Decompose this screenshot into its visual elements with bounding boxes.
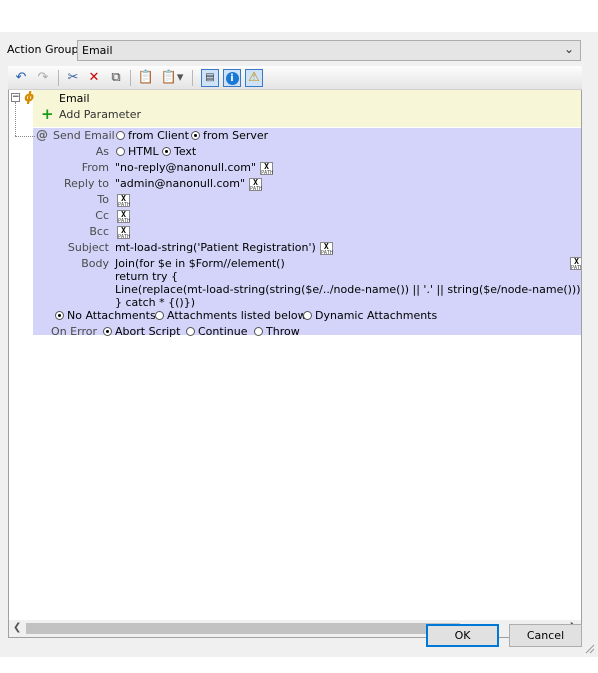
send-email-label: Send Email	[53, 129, 115, 142]
warning-icon[interactable]: ⚠	[245, 69, 263, 87]
as-label: As	[95, 145, 109, 158]
subject-field[interactable]: mt-load-string('Patient Registration') X P…	[115, 241, 333, 256]
subject-label: Subject	[67, 241, 109, 254]
at-icon: @	[36, 128, 48, 142]
reply-to-value: "admin@nanonull.com"	[115, 177, 246, 190]
add-parameter-link[interactable]: Add Parameter	[59, 108, 141, 121]
action-group-dialog: Action Group: Email ⌄ ↶ ↷ ✂ ✕ ⧉ 📋 📋▾ ▤ i…	[0, 32, 598, 657]
cancel-button[interactable]: Cancel	[509, 624, 582, 647]
body-line: return try {	[115, 270, 178, 283]
reply-to-field[interactable]: "admin@nanonull.com" X PATH	[115, 177, 262, 192]
action-group-value: Email	[82, 44, 113, 57]
xpath-icon[interactable]: X PATH	[117, 210, 130, 224]
from-client-label: from Client	[128, 129, 189, 142]
body-field[interactable]: Join(for $e in $Form//element() return t…	[115, 257, 582, 309]
scroll-left-icon[interactable]: ❮	[13, 622, 21, 633]
continue-label: Continue	[198, 325, 248, 338]
from-field[interactable]: "no-reply@nanonull.com" X PATH	[115, 161, 273, 176]
paste-icon[interactable]: 📋	[137, 69, 155, 87]
throw-radio[interactable]: Throw	[254, 325, 300, 338]
ok-button[interactable]: OK	[426, 624, 499, 647]
no-attachments-radio[interactable]: No Attachments	[55, 309, 156, 322]
info-icon[interactable]: i	[223, 69, 241, 87]
html-radio[interactable]: HTML	[116, 145, 159, 158]
body-line: Join(for $e in $Form//element()	[115, 257, 285, 270]
abort-script-label: Abort Script	[115, 325, 181, 338]
paste-dropdown-icon[interactable]: 📋▾	[160, 69, 184, 87]
attachments-below-radio[interactable]: Attachments listed below	[155, 309, 307, 322]
cc-field[interactable]: X PATH	[113, 209, 130, 224]
copy-icon[interactable]: ⧉	[107, 69, 125, 87]
toolbar: ↶ ↷ ✂ ✕ ⧉ 📋 📋▾ ▤ i ⚠	[8, 66, 582, 90]
delete-icon[interactable]: ✕	[85, 69, 103, 87]
from-label: From	[81, 161, 109, 174]
xpath-icon[interactable]: X PATH	[319, 242, 333, 256]
no-attachments-label: No Attachments	[67, 309, 156, 322]
xpath-icon[interactable]: X PATH	[117, 194, 130, 208]
undo-icon[interactable]: ↶	[12, 69, 30, 87]
xpath-icon[interactable]: X PATH	[570, 257, 581, 271]
from-server-radio[interactable]: from Server	[191, 129, 268, 142]
attachments-below-label: Attachments listed below	[167, 309, 307, 322]
xpath-icon[interactable]: X PATH	[249, 178, 262, 192]
redo-icon[interactable]: ↷	[34, 69, 52, 87]
on-error-label: On Error	[51, 325, 97, 338]
subject-value: mt-load-string('Patient Registration')	[115, 241, 316, 254]
abort-script-radio[interactable]: Abort Script	[103, 325, 180, 338]
body-line: Line(replace(mt-load-string(string($e/..…	[115, 283, 582, 296]
from-server-label: from Server	[203, 129, 269, 142]
to-label: To	[97, 193, 109, 206]
action-group-label: Action Group:	[7, 43, 83, 56]
collapse-icon[interactable]: −	[11, 93, 20, 102]
bcc-field[interactable]: X PATH	[113, 225, 130, 240]
bcc-label: Bcc	[89, 225, 109, 238]
text-label: Text	[174, 145, 197, 158]
body-label: Body	[81, 257, 109, 270]
cut-icon[interactable]: ✂	[64, 69, 82, 87]
view-icon[interactable]: ▤	[201, 69, 219, 87]
from-value: "no-reply@nanonull.com"	[115, 161, 257, 174]
toolbar-separator	[192, 70, 193, 86]
chevron-down-icon: ⌄	[563, 42, 574, 56]
lightning-icon: ϕ	[24, 90, 35, 105]
toolbar-separator	[58, 70, 59, 86]
tree-line	[15, 136, 35, 137]
script-tree[interactable]: − ϕ Email + Add Parameter @ Send Email f…	[8, 90, 582, 638]
action-group-select[interactable]: Email ⌄	[77, 40, 581, 61]
cc-label: Cc	[95, 209, 109, 222]
throw-label: Throw	[266, 325, 300, 338]
body-xpath[interactable]: X PATH	[566, 256, 581, 271]
text-radio[interactable]: Text	[162, 145, 196, 158]
from-client-radio[interactable]: from Client	[116, 129, 189, 142]
body-line: } catch * {()})	[115, 296, 195, 309]
to-field[interactable]: X PATH	[113, 193, 130, 208]
resize-grip-icon[interactable]	[585, 644, 595, 654]
tree-line	[15, 102, 16, 136]
root-node-label[interactable]: Email	[59, 92, 90, 105]
html-label: HTML	[128, 145, 159, 158]
xpath-icon[interactable]: X PATH	[117, 226, 130, 240]
toolbar-separator	[130, 70, 131, 86]
reply-to-label: Reply to	[63, 177, 109, 190]
xpath-icon[interactable]: X PATH	[260, 162, 273, 176]
dynamic-attachments-label: Dynamic Attachments	[315, 309, 438, 322]
continue-radio[interactable]: Continue	[186, 325, 247, 338]
scrollbar-thumb[interactable]	[26, 623, 460, 634]
plus-icon: +	[41, 105, 54, 123]
dynamic-attachments-radio[interactable]: Dynamic Attachments	[303, 309, 437, 322]
